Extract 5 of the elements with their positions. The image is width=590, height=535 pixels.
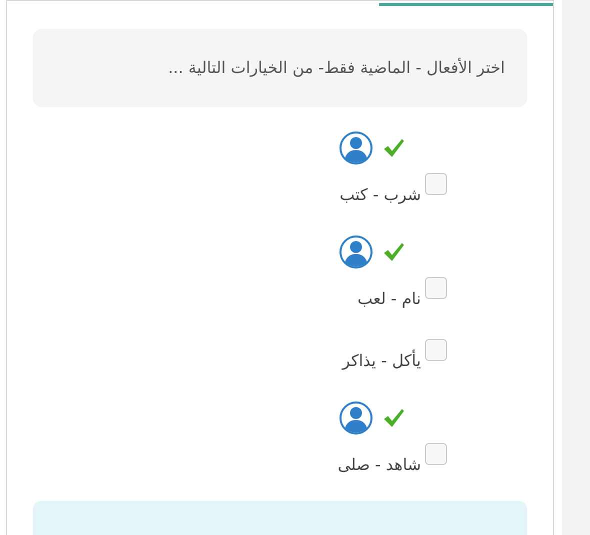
question-text: اختر الأفعال - الماضية فقط- من الخيارات التالية ... (168, 56, 505, 79)
option-label: نام - لعب (358, 289, 421, 309)
option-label: شاهد - صلى (338, 455, 421, 475)
option-label: يأكل - يذاكر (342, 351, 421, 371)
option-label: شرب - كتب (340, 185, 421, 205)
